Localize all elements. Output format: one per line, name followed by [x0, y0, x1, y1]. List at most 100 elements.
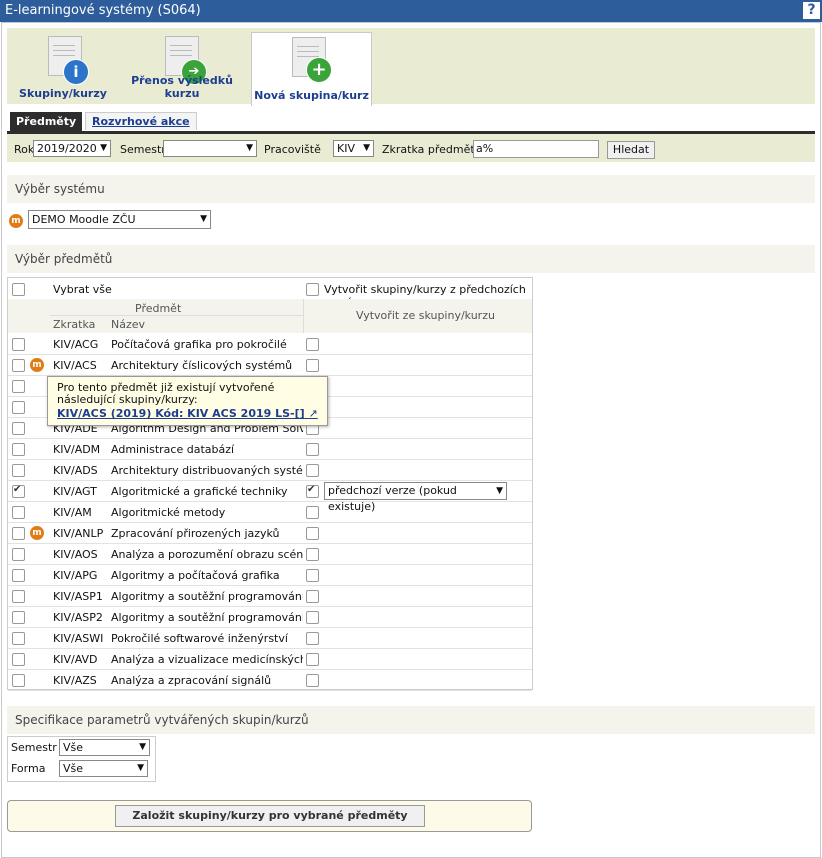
- subject-code: KIV/AVD: [53, 653, 98, 666]
- forma-param-value: Vše: [63, 762, 84, 775]
- existing-course-link[interactable]: KIV/ACS (2019) Kód: KIV ACS 2019 LS-[] ↗: [57, 407, 318, 420]
- subject-checkbox[interactable]: [12, 359, 25, 372]
- create-from-previous-checkbox[interactable]: [306, 283, 319, 296]
- tab-label: Nová skupina/kurz: [254, 89, 369, 102]
- create-from-checkbox[interactable]: [306, 484, 319, 498]
- chevron-down-icon: ▼: [200, 214, 207, 224]
- rok-select[interactable]: 2019/2020 ▼: [33, 140, 111, 157]
- create-from-checkbox[interactable]: [306, 632, 319, 645]
- subject-checkbox[interactable]: [12, 443, 25, 456]
- semestr-param-value: Vše: [63, 741, 84, 754]
- col-code-header: Zkratka: [53, 318, 96, 331]
- subject-code: KIV/AM: [53, 506, 92, 519]
- table-header: Předmět Zkratka Název Vytvořit ze skupin…: [8, 299, 532, 333]
- tab-skupiny-kurzy[interactable]: i Skupiny/kurzy: [14, 28, 112, 104]
- zkratka-input[interactable]: a%: [473, 140, 599, 158]
- subject-checkbox[interactable]: [12, 380, 25, 393]
- subject-checkbox[interactable]: [12, 548, 25, 561]
- tab-label: Skupiny/kurzy: [19, 87, 107, 100]
- create-from-checkbox[interactable]: [306, 569, 319, 582]
- subject-name: Počítačová grafika pro pokročilé: [111, 338, 287, 351]
- params-section-header: Specifikace parametrů vytvářených skupin…: [7, 706, 815, 734]
- subject-checkbox[interactable]: [12, 632, 25, 645]
- create-from-checkbox[interactable]: [306, 527, 319, 540]
- subject-checkbox[interactable]: [12, 484, 25, 498]
- create-from-checkbox[interactable]: [306, 653, 319, 666]
- table-row: KIV/ASP1 Algoritmy a soutěžní programován…: [8, 585, 532, 607]
- create-from-select[interactable]: předchozí verze (pokud existuje) ▼: [324, 482, 507, 513]
- subject-name: Algoritmické metody: [111, 506, 226, 519]
- subject-checkbox[interactable]: [12, 611, 25, 624]
- subject-code: KIV/APG: [53, 569, 98, 582]
- system-value: DEMO Moodle ZČU: [32, 213, 136, 226]
- create-from-checkbox[interactable]: [306, 359, 319, 372]
- create-from-checkbox[interactable]: [306, 506, 319, 519]
- tab-predmety[interactable]: Předměty: [10, 112, 83, 131]
- tab-prenos-vysledku[interactable]: ➔ Přenos výsledků kurzu: [113, 28, 251, 104]
- pracoviste-value: KIV: [337, 142, 355, 155]
- subject-checkbox[interactable]: [12, 674, 25, 687]
- chevron-down-icon: ▼: [363, 143, 370, 153]
- select-all-checkbox[interactable]: [12, 283, 25, 296]
- subject-code: KIV/ACS: [53, 359, 97, 372]
- forma-param-select[interactable]: Vše ▼: [59, 760, 148, 777]
- hledat-button[interactable]: Hledat: [607, 141, 655, 159]
- subjects-section-header: Výběr předmětů: [7, 245, 815, 273]
- moodle-badge-icon[interactable]: m: [30, 358, 44, 372]
- subject-code: KIV/ANLP: [53, 527, 104, 540]
- chevron-down-icon: ▼: [100, 143, 107, 153]
- window-titlebar: E-learningové systémy (S064) ?: [0, 0, 822, 22]
- create-from-checkbox[interactable]: [306, 464, 319, 477]
- info-icon: i: [63, 59, 89, 85]
- help-button[interactable]: ?: [803, 2, 820, 19]
- pracoviste-select[interactable]: KIV ▼: [333, 140, 374, 157]
- create-from-checkbox[interactable]: [306, 611, 319, 624]
- subject-name: Algoritmy a počítačová grafika: [111, 569, 280, 582]
- table-row: KIV/AOS Analýza a porozumění obrazu scény: [8, 543, 532, 565]
- tab-rozvrhove-akce[interactable]: Rozvrhové akce: [85, 112, 197, 130]
- zkratka-label: Zkratka předmětu: [382, 143, 482, 156]
- subject-code: KIV/AGT: [53, 485, 97, 498]
- subject-checkbox[interactable]: [12, 401, 25, 414]
- subject-checkbox[interactable]: [12, 464, 25, 477]
- create-from-checkbox[interactable]: [306, 548, 319, 561]
- subject-checkbox[interactable]: [12, 506, 25, 519]
- table-row: KIV/AZS Analýza a zpracování signálů: [8, 669, 532, 691]
- create-from-checkbox[interactable]: [306, 443, 319, 456]
- semestr-label: Semestr: [120, 143, 166, 156]
- subject-code: KIV/AZS: [53, 674, 97, 687]
- chevron-down-icon: ▼: [139, 742, 146, 752]
- icon-tab-bar: i Skupiny/kurzy ➔ Přenos výsledků kurzu …: [7, 28, 815, 106]
- table-row: KIV/APG Algoritmy a počítačová grafika: [8, 564, 532, 586]
- chevron-down-icon: ▼: [246, 143, 253, 153]
- create-from-checkbox[interactable]: [306, 590, 319, 603]
- subject-checkbox[interactable]: [12, 527, 25, 540]
- submit-panel: Založit skupiny/kurzy pro vybrané předmě…: [7, 800, 532, 832]
- semestr-param-select[interactable]: Vše ▼: [59, 739, 150, 756]
- subject-checkbox[interactable]: [12, 590, 25, 603]
- subject-code: KIV/ACG: [53, 338, 99, 351]
- system-select[interactable]: DEMO Moodle ZČU ▼: [28, 210, 211, 229]
- create-courses-button[interactable]: Založit skupiny/kurzy pro vybrané předmě…: [115, 805, 425, 827]
- subject-code: KIV/ASP2: [53, 611, 103, 624]
- subject-checkbox[interactable]: [12, 569, 25, 582]
- table-row: KIV/AVD Analýza a vizualizace medicínskýc…: [8, 648, 532, 670]
- subject-checkbox[interactable]: [12, 338, 25, 351]
- subject-checkbox[interactable]: [12, 653, 25, 666]
- subject-name: Algoritmické a grafické techniky: [111, 485, 288, 498]
- subject-name: Pokročilé softwarové inženýrství: [111, 632, 288, 645]
- external-link-icon: ↗: [308, 407, 318, 420]
- rok-label: Rok: [14, 143, 35, 156]
- subject-name: Architektury distribuovaných systémů: [111, 464, 303, 477]
- subject-checkbox[interactable]: [12, 422, 25, 435]
- params-box: Semestr Vše ▼ Forma Vše ▼: [7, 736, 156, 782]
- tab-nova-skupina[interactable]: + Nová skupina/kurz: [251, 32, 372, 106]
- create-from-checkbox[interactable]: [306, 338, 319, 351]
- subject-name: Administrace databází: [111, 443, 235, 456]
- create-from-checkbox[interactable]: [306, 674, 319, 687]
- tooltip-text: Pro tento předmět již existují vytvořené…: [57, 381, 275, 406]
- semestr-select[interactable]: ▼: [163, 140, 257, 157]
- table-row: KIV/ACG Počítačová grafika pro pokročilé: [8, 333, 532, 355]
- subject-name: Algoritmy a soutěžní programování 1: [111, 590, 303, 603]
- moodle-badge-icon[interactable]: m: [30, 526, 44, 540]
